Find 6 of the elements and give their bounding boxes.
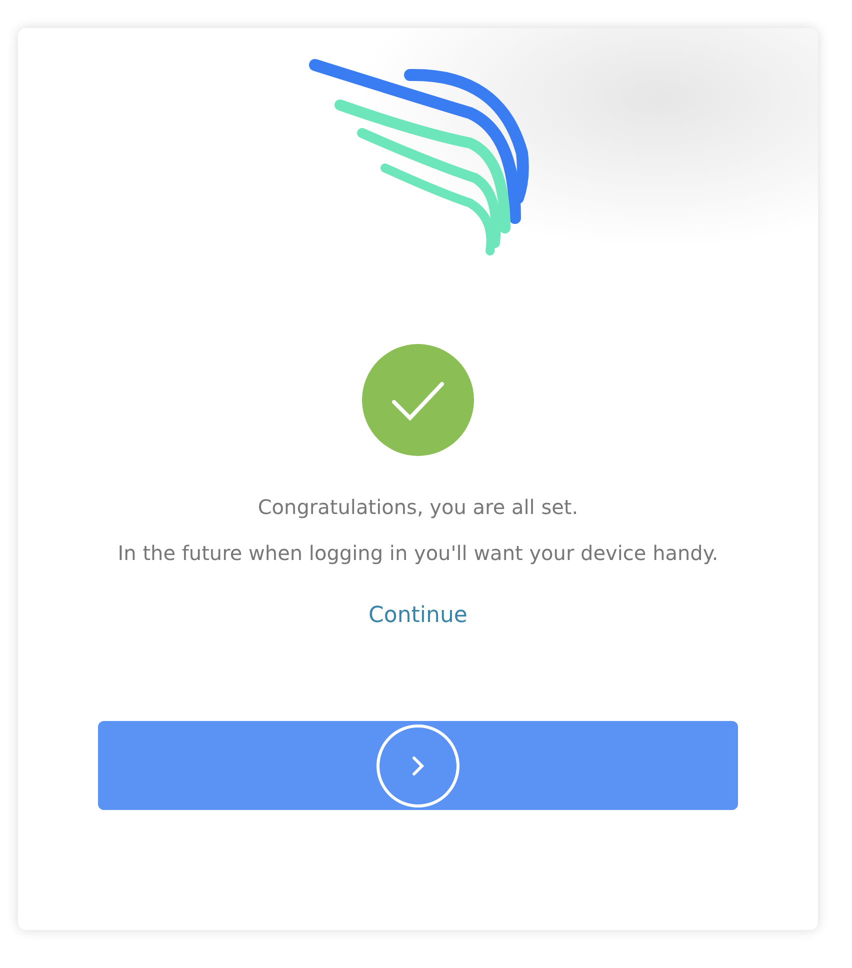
checkmark-icon xyxy=(362,344,474,456)
continue-link[interactable]: Continue xyxy=(368,601,468,631)
chevron-right-icon xyxy=(376,724,460,808)
message-text: In the future when logging in you'll want your device handy. xyxy=(116,540,720,567)
next-button[interactable] xyxy=(98,721,738,810)
message-text: Congratulations, you are all set. xyxy=(258,494,578,521)
